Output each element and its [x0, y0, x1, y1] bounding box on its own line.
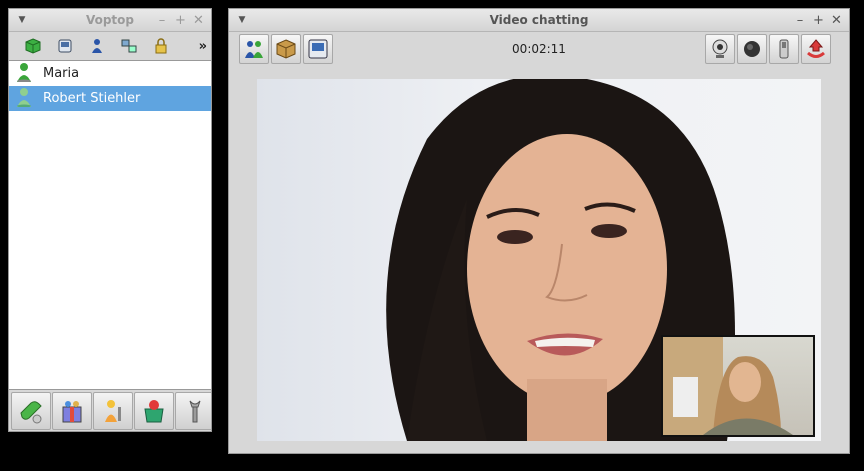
webcam-icon [712, 39, 728, 58]
contacts-titlebar[interactable]: ▼ Voptop – + ✕ [9, 9, 211, 32]
settings-person-icon [105, 400, 121, 422]
device-icon[interactable] [49, 33, 81, 59]
call-icon [20, 401, 42, 424]
video-titlebar[interactable]: ▼ Video chatting – + ✕ [229, 9, 849, 32]
contact-item-maria[interactable]: Maria [9, 61, 211, 86]
users-icon [245, 41, 263, 58]
users-button[interactable] [239, 34, 269, 64]
maximize-button[interactable]: + [175, 13, 186, 28]
contact-name: Maria [43, 66, 80, 81]
phone-button[interactable] [769, 34, 799, 64]
video-toolbar: 00:02:11 [229, 32, 849, 66]
gift-icon [62, 401, 82, 423]
add-contact-icon [144, 400, 164, 423]
self-video-image [663, 337, 793, 435]
hangup-button[interactable] [801, 34, 831, 64]
video-window: ▼ Video chatting – + ✕ 00:02:11 [228, 8, 850, 454]
phone-icon [779, 39, 789, 59]
contacts-bottom-toolbar [11, 392, 211, 430]
window-menu-icon[interactable]: ▼ [233, 15, 251, 25]
add-contact-button[interactable] [134, 392, 174, 430]
person-online-icon [15, 62, 33, 86]
record-icon [744, 41, 760, 57]
maximize-button[interactable]: + [813, 13, 824, 28]
record-button[interactable] [737, 34, 767, 64]
green-cube-icon[interactable] [17, 33, 49, 59]
gift-button[interactable] [52, 392, 92, 430]
minimize-button[interactable]: – [795, 13, 805, 28]
self-video-preview[interactable] [661, 335, 815, 437]
video-window-title: Video chatting [489, 13, 589, 27]
contact-list: Maria Robert Stiehler [9, 60, 211, 390]
lock-icon[interactable] [145, 33, 177, 59]
package-button[interactable] [271, 34, 301, 64]
contact-name: Robert Stiehler [43, 91, 141, 106]
remote-video-feed [257, 79, 821, 441]
wrench-button[interactable] [175, 392, 211, 430]
contacts-toolbar: » [9, 32, 211, 60]
contacts-window: ▼ Voptop – + ✕ » Maria Robert Stiehler [8, 8, 212, 432]
close-button[interactable]: ✕ [193, 13, 204, 28]
hangup-icon [807, 39, 825, 58]
contact-item-robert-stiehler[interactable]: Robert Stiehler [9, 86, 211, 111]
contact-icon[interactable] [81, 33, 113, 59]
close-button[interactable]: ✕ [831, 13, 842, 28]
window-menu-icon[interactable]: ▼ [13, 15, 31, 25]
screen-button[interactable] [303, 34, 333, 64]
call-button[interactable] [11, 392, 51, 430]
wrench-icon [189, 400, 201, 423]
webcam-button[interactable] [705, 34, 735, 64]
overflow-button[interactable]: » [199, 39, 207, 54]
minimize-button[interactable]: – [157, 13, 167, 28]
network-icon[interactable] [113, 33, 145, 59]
person-online-icon [15, 87, 33, 111]
screen-icon [308, 39, 328, 59]
settings-person-button[interactable] [93, 392, 133, 430]
package-icon [276, 39, 296, 59]
